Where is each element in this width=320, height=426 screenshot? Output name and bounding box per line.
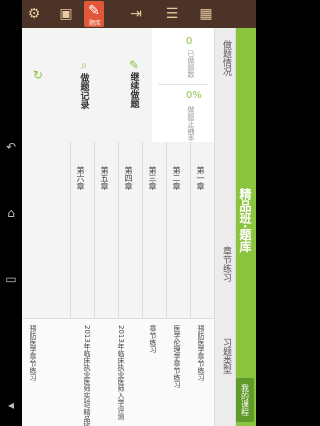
back-icon[interactable]: ↶ xyxy=(4,140,18,154)
category-section-label: 习题类型 xyxy=(221,338,231,374)
chapter-label: 第三章 xyxy=(148,166,157,190)
stats-section-label: 做题情况 xyxy=(221,40,231,76)
category-item[interactable]: 2013年临床执业医师入学评测 xyxy=(116,325,126,425)
system-nav-bar: ↶ ⌂ ▭ ◂ xyxy=(0,0,22,426)
category-item[interactable]: 医学伦理学章节练习 xyxy=(172,325,182,388)
recent-icon[interactable]: ▭ xyxy=(4,272,18,286)
exit-icon[interactable]: ⇥ xyxy=(126,4,146,24)
category-list: 预防医学章节练习 医学伦理学章节练习 章节练习 2013年临床执业医师入学评测 … xyxy=(22,318,214,426)
done-label: 已做题数 xyxy=(187,50,195,78)
grid-icon[interactable]: ▦ xyxy=(196,4,216,24)
app-icon[interactable]: ▣ xyxy=(56,4,76,24)
top-toolbar: ⚙ ▣ ✎ 题库 ⇥ ☰ ▦ xyxy=(22,0,256,28)
category-footer: 预防医学章节练习 xyxy=(29,325,37,381)
pencil-icon: ✎ xyxy=(128,58,140,72)
home-icon[interactable]: ⌂ xyxy=(4,206,18,220)
notes-icon[interactable]: ☰ xyxy=(162,4,182,24)
continue-practice-label: 继续做题 xyxy=(128,72,139,108)
settings-icon[interactable]: ⚙ xyxy=(24,4,44,24)
done-count: 0 xyxy=(186,36,193,47)
category-item[interactable]: 预防医学章节练习 xyxy=(196,325,206,381)
category-item[interactable]: 2013年临床执业医师实验/精品班模拟试卷 xyxy=(82,325,92,426)
practice-record-button[interactable]: ⌕ 做题记录 xyxy=(68,58,100,113)
practice-record-label: 做题记录 xyxy=(78,73,89,109)
refresh-button[interactable]: ↻ xyxy=(22,68,54,82)
page-title: 精品班·题库 xyxy=(238,188,252,253)
rate-label: 做题正确率 xyxy=(187,106,195,141)
chapter-label: 第五章 xyxy=(100,166,109,190)
my-course-label: 我的课程 xyxy=(240,384,250,416)
refresh-icon: ↻ xyxy=(32,68,44,82)
chapter-label: 第四章 xyxy=(124,166,133,190)
chapter-label: 第六章 xyxy=(76,166,85,190)
category-item[interactable]: 章节练习 xyxy=(148,325,158,353)
correct-rate: 0% xyxy=(186,90,202,101)
stats-section-header: 做题情况 xyxy=(214,28,236,142)
chapter-label: 第一章 xyxy=(196,166,205,190)
stats-divider xyxy=(158,84,208,85)
app-header: 精品班·题库 我的课程 xyxy=(234,28,256,426)
category-section-header: 习题类型 xyxy=(214,318,236,426)
quiz-tab-label: 题库 xyxy=(88,20,101,27)
chapter-section-label: 章节练习 xyxy=(221,246,231,282)
quiz-icon: ✎ xyxy=(88,3,100,19)
stats-panel: 0 已做题数 0% 做题正确率 xyxy=(152,28,214,142)
app-content: 精品班·题库 我的课程 做题情况 0 已做题数 0% 做题正确率 ✎ 继续做题 … xyxy=(22,28,256,426)
continue-practice-button[interactable]: ✎ 继续做题 xyxy=(118,58,150,112)
my-course-button[interactable]: 我的课程 xyxy=(236,378,254,422)
quiz-tab[interactable]: ✎ 题库 xyxy=(84,1,104,27)
chapter-label: 第二章 xyxy=(172,166,181,190)
clip-icon: ⌕ xyxy=(80,58,88,72)
volume-icon[interactable]: ◂ xyxy=(4,398,18,412)
